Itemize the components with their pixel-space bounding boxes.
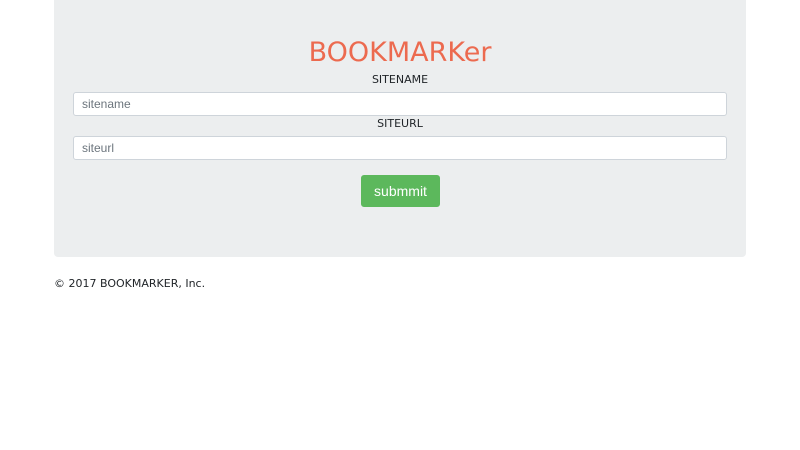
siteurl-input[interactable]	[73, 136, 727, 160]
footer-copyright: © 2017 BOOKMARKER, Inc.	[54, 277, 206, 290]
siteurl-label: SITEURL	[377, 117, 423, 130]
page-title: BOOKMARKer	[308, 37, 492, 68]
sitename-input[interactable]	[73, 92, 727, 116]
bookmark-form-panel: BOOKMARKer SITENAME SITEURL submmit	[54, 0, 746, 257]
submit-button[interactable]: submmit	[361, 175, 440, 207]
sitename-label: SITENAME	[371, 73, 429, 86]
